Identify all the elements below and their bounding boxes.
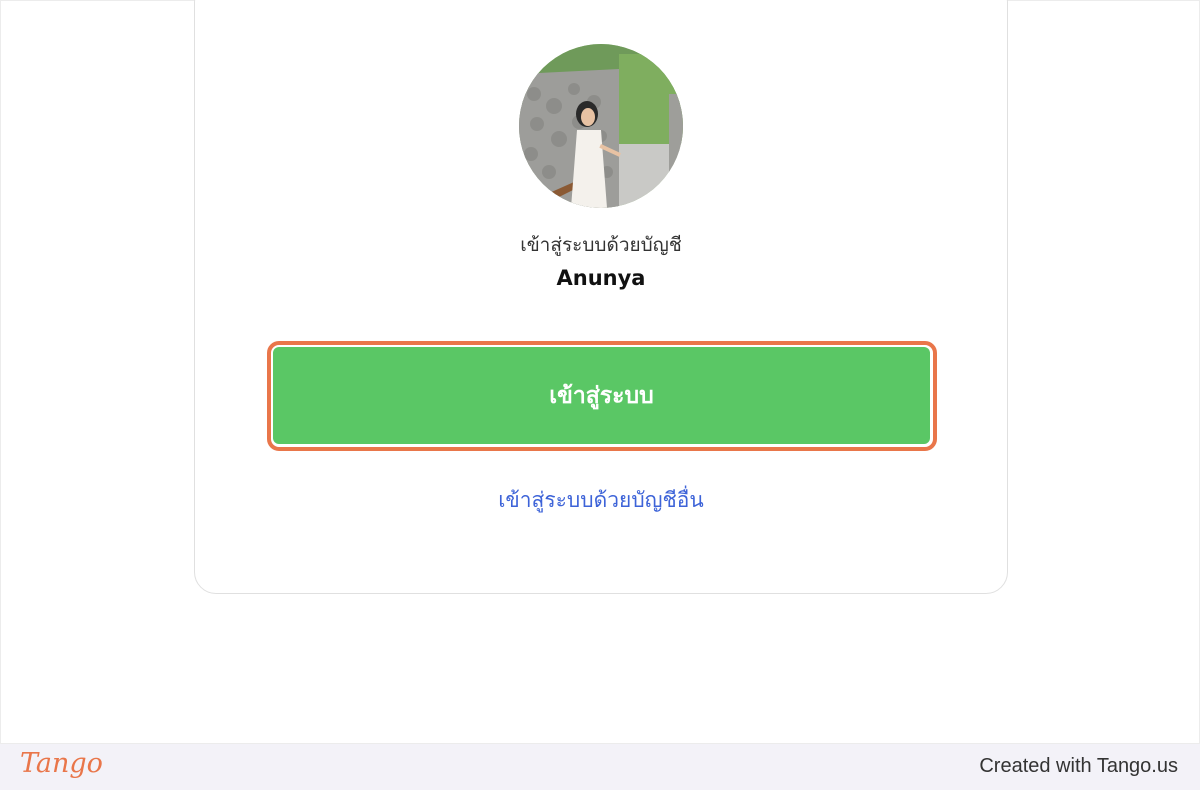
app-screen: เข้าสู่ระบบด้วยบัญชี Anunya เข้าสู่ระบบ …: [0, 0, 1200, 744]
other-account-link[interactable]: เข้าสู่ระบบด้วยบัญชีอื่น: [1, 484, 1200, 517]
login-button[interactable]: เข้าสู่ระบบ: [273, 347, 930, 444]
avatar: [519, 44, 683, 208]
login-prompt-text: เข้าสู่ระบบด้วยบัญชี: [520, 234, 682, 256]
tango-logo: Tango: [20, 748, 103, 779]
footer-credit: Created with Tango.us: [979, 755, 1178, 777]
account-username: Anunya: [556, 266, 646, 290]
profile-photo: [519, 44, 683, 208]
footer-bar: Tango Created with Tango.us: [0, 744, 1200, 790]
